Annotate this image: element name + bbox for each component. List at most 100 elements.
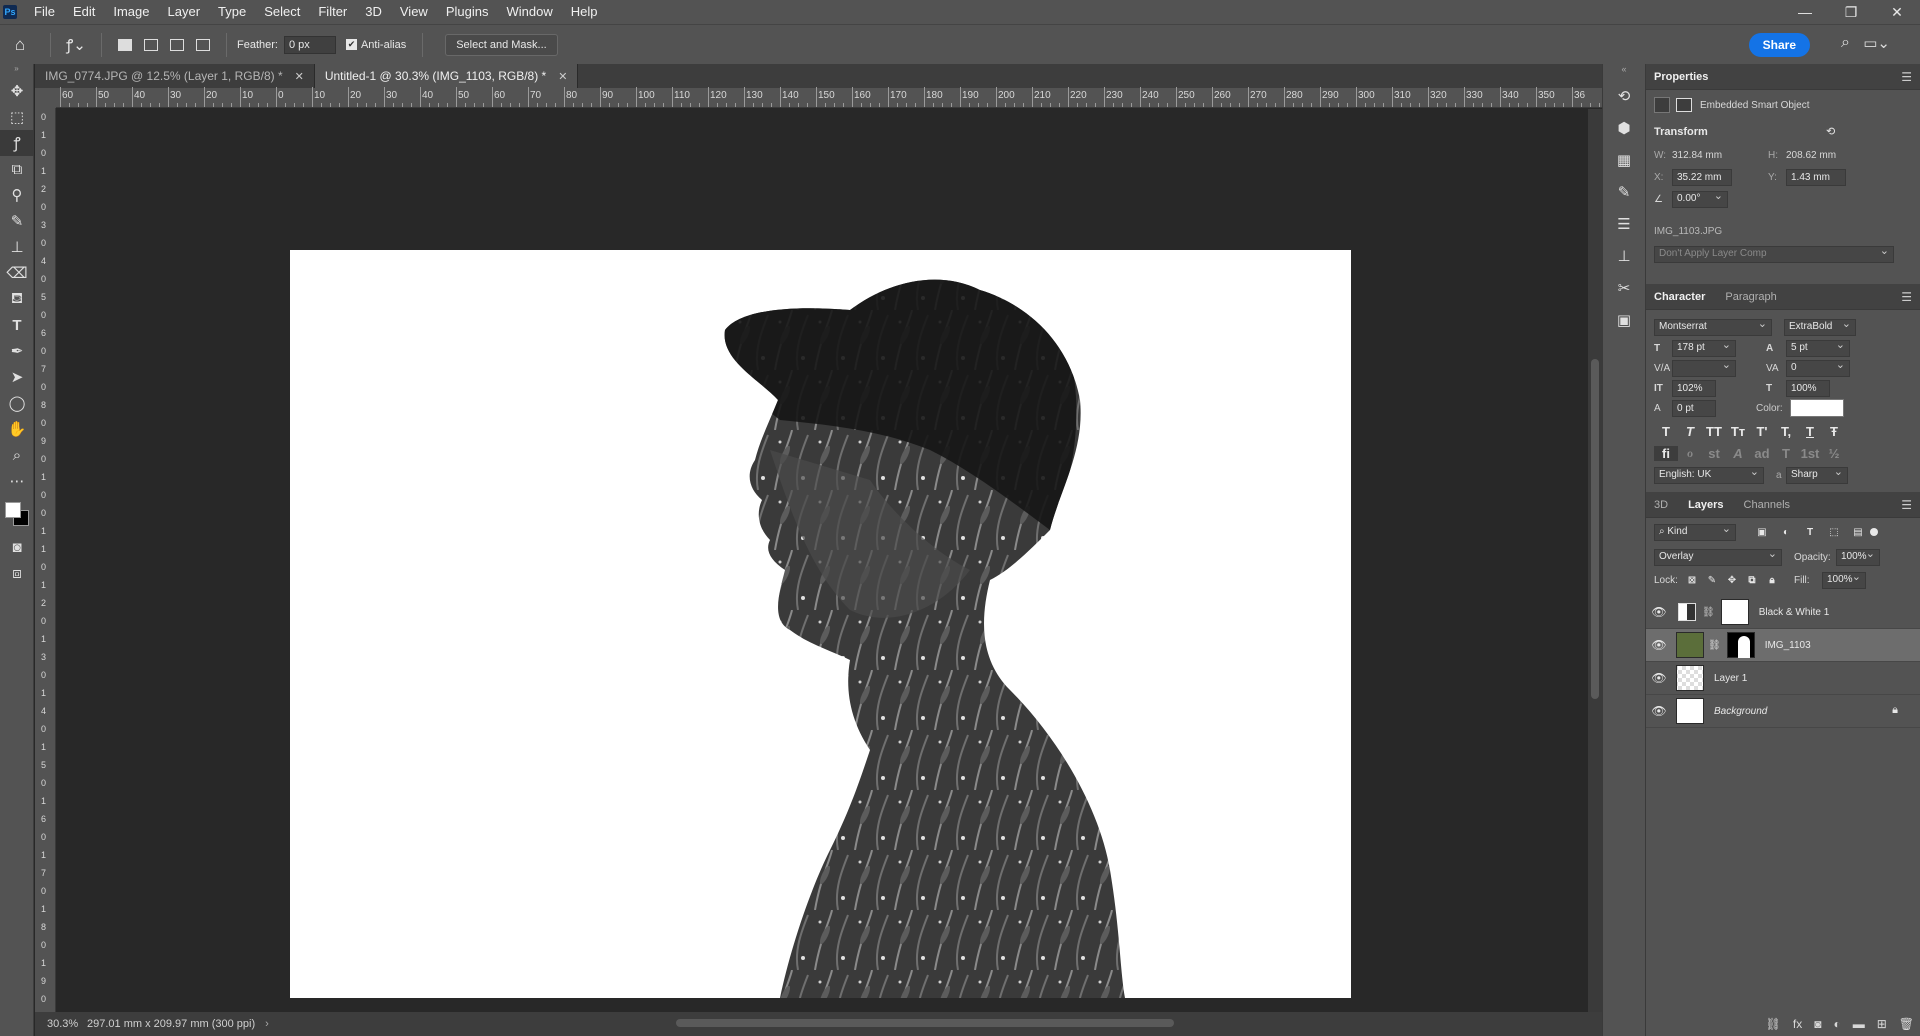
reset-transform-icon[interactable]: ⟲	[1826, 120, 1835, 144]
blend-mode-select[interactable]: Overlay	[1654, 547, 1782, 566]
old-style-button[interactable]: ℴ	[1678, 445, 1702, 461]
menu-layer[interactable]: Layer	[159, 0, 210, 24]
new-layer-icon[interactable]: ⊞	[1877, 1017, 1887, 1031]
feather-input[interactable]: 0 px	[283, 35, 336, 54]
ellipse-tool-icon[interactable]: ◯	[0, 390, 34, 416]
filter-pixel-icon[interactable]: ▣	[1750, 527, 1774, 538]
faux-italic-button[interactable]: T	[1678, 424, 1702, 439]
layer-thumb[interactable]	[1676, 698, 1704, 724]
antialias-checkbox[interactable]: ✔	[345, 39, 357, 50]
document-canvas[interactable]	[290, 250, 1351, 998]
layer-mask-thumb[interactable]	[1720, 599, 1749, 625]
visibility-eye-icon[interactable]: 👁︎	[1646, 605, 1672, 619]
superscript-button[interactable]: T'	[1750, 424, 1774, 439]
new-selection-icon[interactable]	[118, 38, 132, 51]
add-mask-icon[interactable]: ◙	[1814, 1017, 1821, 1031]
tab-img-0774[interactable]: IMG_0774.JPG @ 12.5% (Layer 1, RGB/8) * …	[35, 64, 315, 88]
zoom-tool-icon[interactable]: ⌕	[0, 442, 34, 468]
zoom-level[interactable]: 30.3%	[35, 1018, 78, 1030]
swatches-grid-icon[interactable]: ▦	[1603, 144, 1645, 176]
libraries-icon[interactable]: ▣	[1603, 304, 1645, 336]
filter-adjustment-icon[interactable]: ◐	[1774, 527, 1798, 538]
stamp-tool-icon[interactable]: ⊥	[0, 234, 34, 260]
font-family-select[interactable]: Montserrat	[1654, 317, 1772, 336]
quick-mask-icon[interactable]: ◙	[0, 534, 34, 560]
fill-input[interactable]: 100%	[1822, 570, 1866, 589]
3d-icon[interactable]: ⬢	[1603, 112, 1645, 144]
pen-tool-icon[interactable]: ✒	[0, 338, 34, 364]
layer-mask-thumb[interactable]	[1726, 632, 1755, 658]
layer-thumb[interactable]	[1676, 665, 1704, 691]
history-icon[interactable]: ⟲	[1603, 80, 1645, 112]
path-selection-tool-icon[interactable]: ➤	[0, 364, 34, 390]
vertical-scrollbar[interactable]	[1588, 109, 1602, 1012]
hand-tool-icon[interactable]: ✋	[0, 416, 34, 442]
status-arrow-icon[interactable]: ›	[265, 1018, 269, 1030]
menu-help[interactable]: Help	[562, 0, 607, 24]
filter-type-icon[interactable]: T	[1798, 527, 1822, 538]
x-input[interactable]: 35.22 mm	[1672, 168, 1732, 186]
menu-type[interactable]: Type	[209, 0, 255, 24]
lasso-tool-preset-icon[interactable]: ꝭ⌄	[61, 35, 91, 55]
tab-paragraph[interactable]: Paragraph	[1725, 291, 1786, 303]
tab-untitled-1[interactable]: Untitled-1 @ 30.3% (IMG_1103, RGB/8) * ✕	[314, 64, 579, 88]
home-icon[interactable]: ⌂	[0, 35, 40, 55]
menu-3d[interactable]: 3D	[356, 0, 391, 24]
move-tool-icon[interactable]: ✥	[0, 78, 34, 104]
tab-3d[interactable]: 3D	[1654, 499, 1678, 511]
fractions-button[interactable]: ½	[1822, 446, 1846, 461]
scroll-thumb[interactable]	[1591, 359, 1599, 699]
visibility-eye-icon[interactable]: 👁︎	[1646, 704, 1672, 718]
underline-button[interactable]: T	[1798, 424, 1822, 439]
vertical-ruler[interactable]: 0 1 0 1 2 0 3 0 4 0 5 0 6 0 7 0 8 0 9 0 1 0 0 1 1 0 1 2 0 1 3 0 1 4 0 1 5 0 1 6…	[35, 108, 56, 1012]
layer-comp-select[interactable]: Don't Apply Layer Comp	[1654, 244, 1894, 263]
y-input[interactable]: 1.43 mm	[1786, 168, 1846, 186]
menu-window[interactable]: Window	[497, 0, 561, 24]
close-tab-icon[interactable]: ✕	[295, 70, 304, 83]
lock-all-icon[interactable]: 🔒︎	[1762, 575, 1782, 586]
filter-kind-select[interactable]: ⌕ Kind	[1654, 522, 1736, 541]
tab-character[interactable]: Character	[1654, 291, 1715, 303]
all-caps-button[interactable]: TT	[1702, 424, 1726, 439]
font-style-select[interactable]: ExtraBold	[1784, 317, 1856, 336]
lock-transparent-icon[interactable]: ⊠	[1682, 575, 1702, 586]
properties-title[interactable]: Properties	[1654, 71, 1718, 83]
baseline-shift-input[interactable]: 0 pt	[1672, 399, 1716, 417]
new-adjustment-icon[interactable]: ◐	[1833, 1017, 1840, 1031]
filter-shape-icon[interactable]: ⬚	[1822, 527, 1846, 538]
clone-source-icon[interactable]: ⊥	[1603, 240, 1645, 272]
horizontal-scale-input[interactable]: 100%	[1786, 379, 1830, 397]
height-value[interactable]: 208.62 mm	[1786, 150, 1836, 161]
ordinals-button[interactable]: 1st	[1798, 446, 1822, 461]
type-tool-icon[interactable]: T	[0, 312, 34, 338]
close-button[interactable]: ✕	[1874, 0, 1920, 24]
eraser-tool-icon[interactable]: ⌫	[0, 260, 34, 286]
angle-input[interactable]: 0.00°	[1672, 189, 1728, 208]
lock-artboard-icon[interactable]: ⧉	[1742, 575, 1762, 586]
add-selection-icon[interactable]	[144, 38, 158, 51]
leading-select[interactable]: 5 pt	[1786, 338, 1850, 357]
lock-icon[interactable]: 🔒︎	[1892, 704, 1898, 717]
workspace-icon[interactable]: ▭⌄	[1863, 34, 1890, 52]
minimize-button[interactable]: —	[1782, 0, 1828, 24]
marquee-tool-icon[interactable]: ⬚	[0, 104, 34, 130]
filter-smart-object-icon[interactable]: ▤	[1846, 527, 1870, 538]
swash-button[interactable]: A	[1726, 446, 1750, 461]
delete-layer-icon[interactable]: 🗑︎	[1899, 1017, 1914, 1031]
brush-tool-icon[interactable]: ✎	[0, 208, 34, 234]
visibility-eye-icon[interactable]: 👁︎	[1646, 638, 1672, 652]
tool-presets-icon[interactable]: ✂	[1603, 272, 1645, 304]
collapse-icon[interactable]: »	[0, 64, 33, 78]
adjustments-icon[interactable]: ☰	[1603, 208, 1645, 240]
panel-menu-icon[interactable]: ☰	[1901, 70, 1912, 84]
ligatures-button[interactable]: fi	[1654, 445, 1678, 461]
menu-edit[interactable]: Edit	[64, 0, 104, 24]
visibility-eye-icon[interactable]: 👁︎	[1646, 671, 1672, 685]
scroll-thumb[interactable]	[676, 1019, 1174, 1027]
object-selection-tool-icon[interactable]: ⧉	[0, 156, 34, 182]
panel-menu-icon[interactable]: ☰	[1901, 290, 1912, 304]
layer-row-layer-1[interactable]: 👁︎ Layer 1	[1646, 662, 1920, 695]
panel-menu-icon[interactable]: ☰	[1901, 498, 1912, 512]
layer-row-background[interactable]: 👁︎ Background 🔒︎	[1646, 695, 1920, 728]
chain-link-icon[interactable]: ⛓	[1708, 640, 1721, 651]
